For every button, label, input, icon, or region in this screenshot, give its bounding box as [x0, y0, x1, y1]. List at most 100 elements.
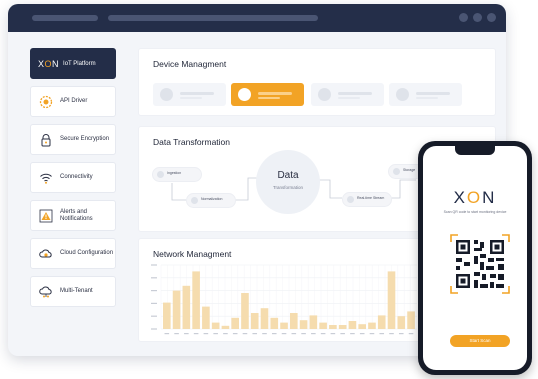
device-card[interactable]: [389, 83, 462, 106]
chart-bar[interactable]: [211, 322, 220, 329]
chart-tick-mark: [252, 333, 258, 335]
api-icon: [39, 95, 53, 109]
titlebar-placeholder-long: [108, 15, 318, 21]
sidebar-item-label: Secure Encryption: [60, 136, 110, 142]
device-line: [338, 97, 360, 99]
phone-mockup: XON Scan QR code to start monitoring dev…: [418, 141, 532, 375]
sidebar-item-iot-platform[interactable]: XON IoT Platform: [30, 48, 116, 79]
device-avatar: [160, 88, 173, 101]
panel-title: Data Transformation: [153, 137, 231, 147]
chart-bar[interactable]: [368, 322, 376, 329]
node-label: Storage: [403, 168, 416, 172]
sidebar-item-connectivity[interactable]: Connectivity: [30, 162, 116, 193]
chart-bar[interactable]: [241, 293, 249, 329]
network-bar-chart: [151, 264, 417, 335]
device-line: [416, 92, 450, 95]
qr-code-icon[interactable]: [450, 234, 510, 294]
sidebar-item-secure-encryption[interactable]: Secure Encryption: [30, 124, 116, 155]
chart-tick-mark: [151, 277, 157, 279]
chart-tick-mark: [151, 302, 157, 304]
chart-bar[interactable]: [290, 313, 298, 329]
chart-bar[interactable]: [377, 315, 386, 329]
chart-bar[interactable]: [397, 316, 406, 329]
node-dot: [347, 196, 354, 203]
window-control-dot[interactable]: [487, 13, 496, 22]
chart-tick-mark: [379, 333, 385, 335]
device-line: [180, 97, 202, 99]
chart-tick-mark: [389, 333, 394, 335]
device-card[interactable]: [153, 83, 226, 106]
hub-subtitle: Transformation: [272, 185, 304, 190]
sidebar-item-cloud-configuration[interactable]: Cloud Configuration: [30, 238, 116, 269]
node-label: Normalization: [201, 197, 223, 201]
chart-bar[interactable]: [202, 306, 210, 329]
node-label: Real-time Stream: [357, 196, 385, 200]
chart-tick-mark: [223, 333, 228, 335]
phone-screen: XON Scan QR code to start monitoring dev…: [423, 146, 527, 370]
start-scan-button[interactable]: Start Scan: [450, 335, 510, 347]
sidebar: XON IoT Platform API Driver Secure Encry…: [30, 48, 118, 314]
device-line: [258, 92, 292, 95]
device-line: [416, 97, 438, 99]
hub-title: Data: [277, 170, 299, 181]
chart-bar[interactable]: [182, 285, 191, 329]
sidebar-item-alerts[interactable]: Alerts and Notifications: [30, 200, 116, 231]
chart-bar[interactable]: [348, 321, 357, 329]
flow-node[interactable]: Ingestion: [152, 167, 202, 182]
chart-tick-mark: [184, 333, 189, 335]
phone-tagline: Scan QR code to start monitoring device: [443, 210, 507, 214]
chart-bar[interactable]: [163, 302, 171, 329]
chart-tick-mark: [164, 333, 170, 335]
flow-node[interactable]: Real-time Stream: [342, 192, 392, 207]
device-line: [258, 97, 280, 99]
chart-tick-mark: [193, 333, 199, 335]
device-card[interactable]: [311, 83, 384, 106]
chart-bar[interactable]: [407, 311, 415, 329]
panel-title: Device Managment: [153, 59, 227, 69]
sidebar-item-label: Cloud Configuration: [60, 250, 114, 256]
chart-bar[interactable]: [250, 313, 259, 329]
titlebar-placeholder-short: [32, 15, 98, 21]
window-control-dot[interactable]: [473, 13, 482, 22]
chart-tick-mark: [330, 333, 336, 335]
chart-bar[interactable]: [270, 317, 279, 329]
chart-tick-mark: [213, 333, 218, 335]
sidebar-item-api-driver[interactable]: API Driver: [30, 86, 116, 117]
chart-bar[interactable]: [280, 322, 288, 329]
chart-bar[interactable]: [172, 290, 181, 329]
device-avatar: [238, 88, 251, 101]
chart-bar[interactable]: [319, 322, 327, 329]
chart-tick-mark: [242, 333, 248, 335]
chart-bar[interactable]: [358, 324, 367, 329]
chart-tick-mark: [311, 333, 316, 335]
phone-notch: [455, 146, 495, 155]
device-card-selected[interactable]: [231, 83, 304, 106]
flow-node[interactable]: Normalization: [186, 193, 236, 208]
chart-tick-mark: [203, 333, 209, 335]
device-line: [338, 92, 372, 95]
chart-bar[interactable]: [221, 325, 230, 329]
node-dot: [157, 171, 164, 178]
cloud-users-icon: [39, 285, 53, 299]
phone-logo: XON: [453, 188, 497, 207]
chart-tick-mark: [359, 333, 365, 335]
chart-bar[interactable]: [231, 317, 240, 329]
window-titlebar: [8, 4, 506, 32]
node-dot: [191, 197, 198, 204]
chart-tick-mark: [398, 333, 404, 335]
chart-bar[interactable]: [309, 315, 318, 329]
chart-tick-mark: [369, 333, 375, 335]
device-management-panel: Device Managment: [138, 48, 496, 116]
chart-bar[interactable]: [329, 325, 337, 329]
chart-bar[interactable]: [260, 308, 269, 329]
chart-tick-mark: [151, 315, 157, 317]
chart-bar[interactable]: [192, 271, 200, 329]
wifi-icon: [39, 171, 53, 185]
data-transformation-hub: Data Transformation: [256, 150, 320, 214]
chart-bar[interactable]: [338, 325, 347, 329]
chart-bar[interactable]: [387, 271, 396, 329]
window-control-dot[interactable]: [459, 13, 468, 22]
chart-bar[interactable]: [299, 320, 308, 329]
sidebar-item-multi-tenant[interactable]: Multi-Tenant: [30, 276, 116, 307]
chart-tick-mark: [340, 333, 345, 335]
